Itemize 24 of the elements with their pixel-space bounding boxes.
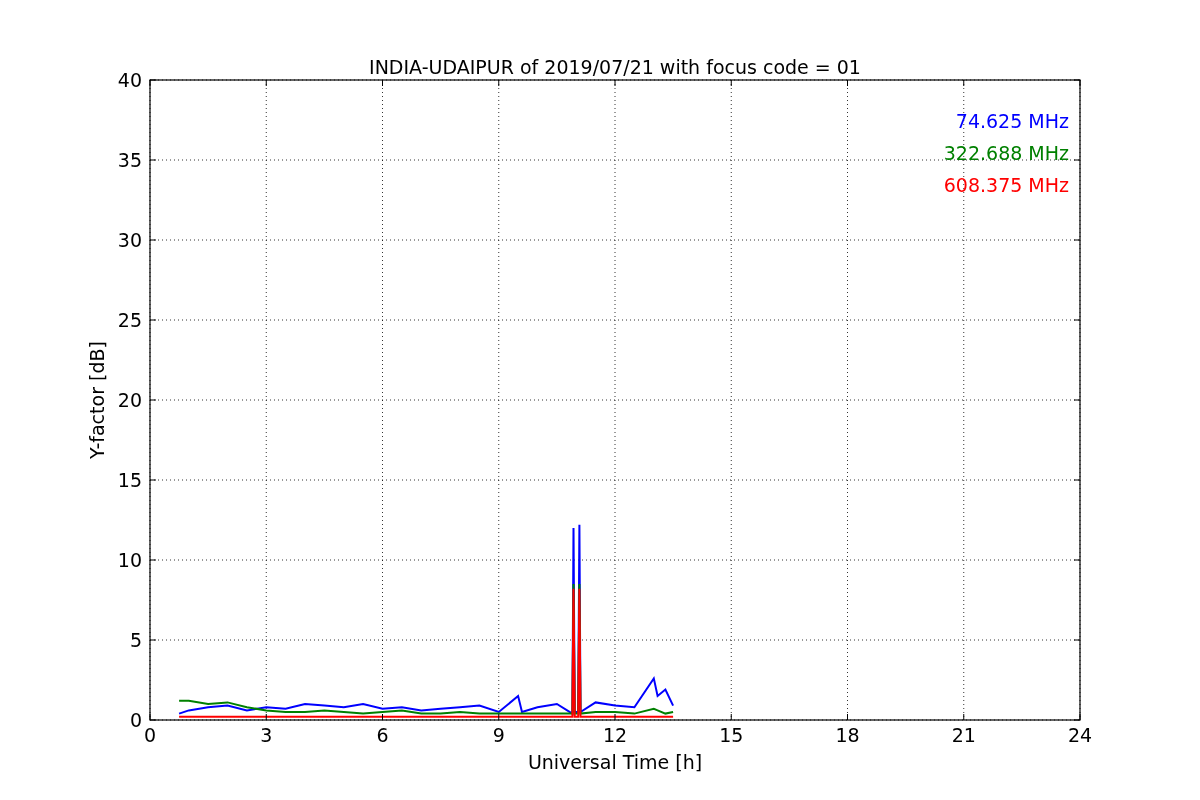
x-axis-label: Universal Time [h] xyxy=(527,751,703,773)
legend-label: 74.625 MHz xyxy=(955,110,1069,132)
x-tick-label: 0 xyxy=(143,724,157,746)
y-tick-label: 15 xyxy=(117,469,142,491)
x-tick-label: 12 xyxy=(602,724,628,746)
x-tick-label: 9 xyxy=(492,724,505,746)
x-tick-label: 6 xyxy=(376,724,389,746)
x-tick-label: 24 xyxy=(1067,724,1093,746)
x-tick-label: 3 xyxy=(260,724,273,746)
y-tick-label: 25 xyxy=(117,309,142,331)
x-tick-label: 21 xyxy=(951,724,976,746)
x-tick-label: 15 xyxy=(719,724,744,746)
y-tick-label: 30 xyxy=(117,229,142,251)
y-tick-label: 0 xyxy=(129,709,142,731)
y-tick-label: 40 xyxy=(117,69,142,91)
y-tick-label: 5 xyxy=(129,629,142,651)
y-axis-label: Y-factor [dB] xyxy=(86,341,108,459)
chart-title: INDIA-UDAIPUR of 2019/07/21 with focus code = 01 xyxy=(369,56,861,78)
x-tick-label: 18 xyxy=(835,724,860,746)
y-tick-label: 20 xyxy=(117,389,142,411)
y-tick-label: 35 xyxy=(117,149,142,171)
y-tick-label: 10 xyxy=(117,549,142,571)
legend-label: 608.375 MHz xyxy=(943,174,1069,196)
legend-label: 322.688 MHz xyxy=(943,142,1069,164)
